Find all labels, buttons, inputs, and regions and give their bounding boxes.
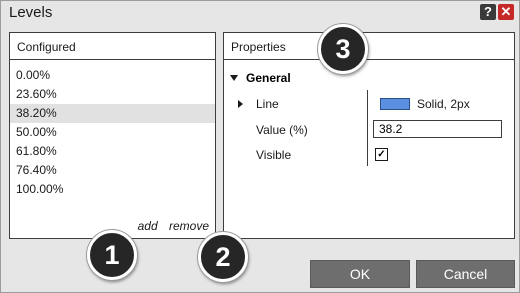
line-label: Line: [256, 97, 279, 111]
configured-header: Configured: [10, 33, 215, 60]
level-item[interactable]: 76.40%: [10, 161, 215, 180]
level-list: 0.00% 23.60% 38.20% 50.00% 61.80% 76.40%…: [10, 66, 215, 199]
level-item[interactable]: 23.60%: [10, 85, 215, 104]
cancel-button[interactable]: Cancel: [416, 260, 515, 288]
level-item[interactable]: 0.00%: [10, 66, 215, 85]
visible-checkbox[interactable]: ✓: [375, 148, 388, 161]
help-button[interactable]: ?: [480, 4, 496, 20]
level-item[interactable]: 61.80%: [10, 142, 215, 161]
properties-panel: Properties General Line Value (%) Visibl…: [223, 32, 515, 239]
callout-badge-2: 2: [198, 232, 248, 282]
close-button[interactable]: ✕: [498, 4, 514, 20]
help-icon: ?: [484, 4, 492, 19]
level-item[interactable]: 100.00%: [10, 180, 215, 199]
ok-button[interactable]: OK: [310, 260, 410, 288]
add-level-link[interactable]: add: [138, 219, 158, 233]
checkmark-icon: ✓: [377, 149, 386, 160]
close-icon: ✕: [500, 4, 512, 19]
value-label: Value (%): [256, 123, 308, 137]
level-actions: add remove: [130, 219, 209, 233]
level-item[interactable]: 50.00%: [10, 123, 215, 142]
configured-panel: Configured 0.00% 23.60% 38.20% 50.00% 61…: [9, 32, 216, 239]
remove-level-link[interactable]: remove: [169, 219, 209, 233]
configured-title: Configured: [17, 40, 76, 54]
callout-badge-3: 3: [318, 24, 368, 74]
property-divider: [367, 90, 368, 166]
dialog-title: Levels: [9, 4, 53, 21]
general-group-toggle[interactable]: General: [230, 71, 291, 85]
callout-badge-1: 1: [87, 230, 137, 280]
properties-title: Properties: [231, 40, 286, 54]
properties-header: Properties: [224, 33, 514, 60]
general-group-label: General: [246, 71, 291, 85]
levels-dialog: Levels ? ✕ Configured 0.00% 23.60% 38.20…: [0, 0, 520, 293]
level-item-selected[interactable]: 38.20%: [10, 104, 215, 123]
line-color-swatch[interactable]: [380, 98, 410, 110]
expand-down-icon: [230, 75, 238, 81]
line-style-value[interactable]: Solid, 2px: [417, 97, 470, 111]
visible-label: Visible: [256, 148, 292, 162]
expand-right-icon[interactable]: [238, 100, 243, 108]
value-percent-input[interactable]: [373, 120, 502, 138]
title-bar[interactable]: Levels ? ✕: [1, 1, 519, 25]
